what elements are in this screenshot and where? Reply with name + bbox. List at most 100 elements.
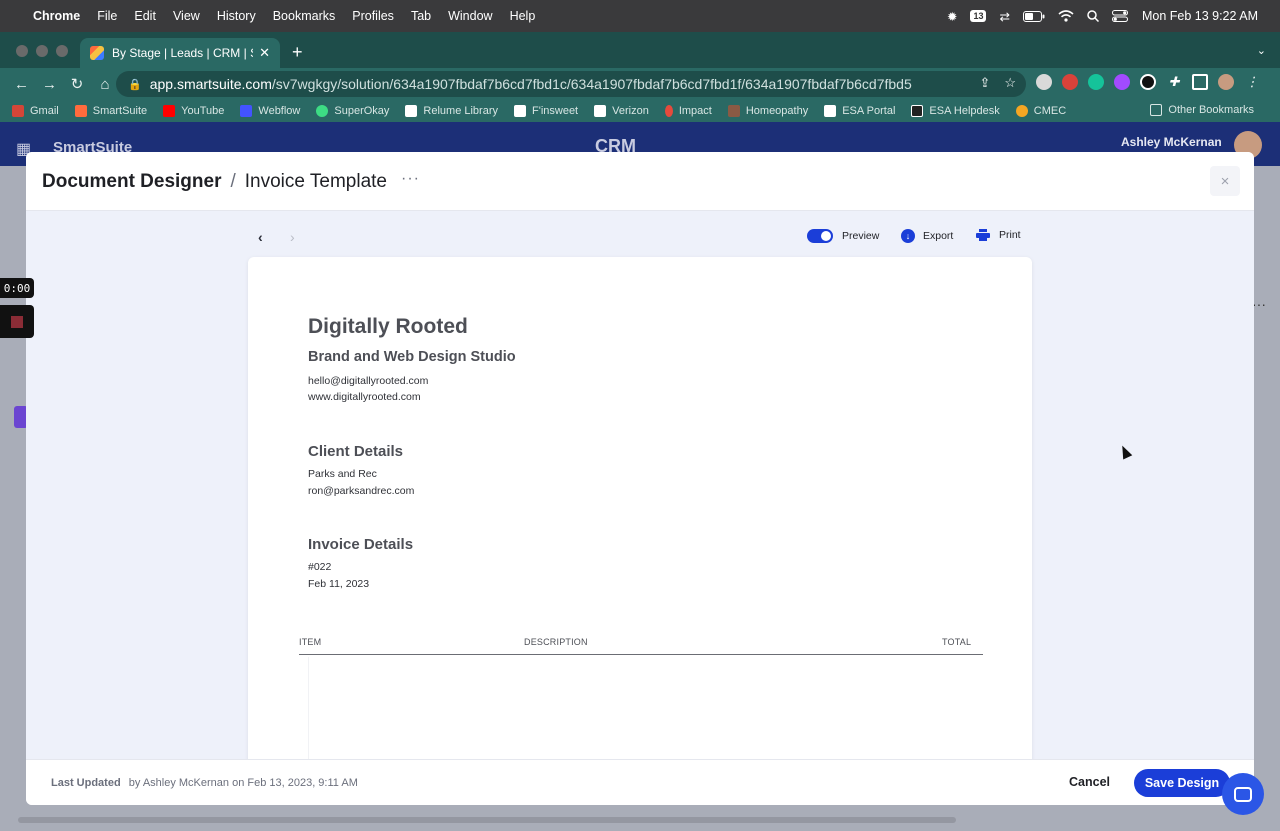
menu-file[interactable]: File [97,9,117,23]
menu-profiles[interactable]: Profiles [352,9,394,23]
menu-view[interactable]: View [173,9,200,23]
share-icon[interactable]: ⇪ [979,75,990,91]
invoice-document-preview: Digitally Rooted Brand and Web Design St… [248,257,1032,805]
menu-bookmarks[interactable]: Bookmarks [273,9,336,23]
bookmark-smartsuite[interactable]: SmartSuite [74,105,147,117]
bookmark-star-icon[interactable]: ☆ [1004,75,1016,91]
bookmark-finsweet[interactable]: F'insweet [514,105,578,117]
homeopathy-icon [727,105,740,117]
bookmark-impact[interactable]: Impact [664,105,712,117]
battery-icon[interactable] [1022,10,1045,22]
screen-mirror-icon[interactable]: ⇄ [999,9,1009,24]
bookmark-verizon[interactable]: Verizon [594,105,649,117]
menu-app-name[interactable]: Chrome [33,9,80,23]
bookmark-esa-portal[interactable]: ESA Portal [824,105,895,117]
preview-toggle-switch[interactable] [807,229,833,243]
export-button[interactable]: ↓ Export [901,229,953,243]
profile-avatar-icon[interactable] [1218,74,1234,90]
previous-record-chevron-icon[interactable]: ‹ [258,229,263,245]
next-record-chevron-icon[interactable]: › [290,229,295,245]
reload-icon[interactable]: ↻ [70,75,84,93]
finsweet-icon [514,105,526,117]
smartsuite-favicon-icon [90,46,104,60]
close-window-button[interactable] [16,45,28,57]
menu-help[interactable]: Help [510,9,536,23]
breadcrumb-separator: / [230,171,236,192]
control-center-icon[interactable] [1111,10,1128,22]
dark-reader-extension-icon[interactable] [1140,74,1156,90]
last-updated-label: Last Updated [51,777,121,789]
impact-icon [664,105,673,117]
lastpass-extension-icon[interactable] [1062,74,1078,90]
company-email: hello@digitallyrooted.com [308,375,429,387]
home-icon[interactable]: ⌂ [98,76,112,93]
color-picker-extension-icon[interactable] [1114,74,1130,90]
close-tab-icon[interactable]: ✕ [259,45,270,61]
breadcrumb-document-designer[interactable]: Document Designer [42,171,221,193]
tab-search-chevron-icon[interactable]: ⌄ [1257,44,1266,57]
toggle-knob [821,231,831,241]
menu-history[interactable]: History [217,9,256,23]
macos-menu-bar: Chrome File Edit View History Bookmarks … [0,0,1280,32]
chrome-menu-icon[interactable]: ⋮ [1244,74,1260,90]
bookmarks-bar: Gmail SmartSuite YouTube Webflow SuperOk… [0,100,1280,122]
designer-toolbar: ‹ › Preview ↓ Export Print [26,211,1254,257]
camera-extension-icon[interactable] [1036,74,1052,90]
bookmark-homeopathy[interactable]: Homeopathy [727,105,808,117]
browser-tab-active[interactable]: By Stage | Leads | CRM | Smart ✕ [80,38,280,68]
bookmark-youtube[interactable]: YouTube [163,105,224,117]
client-email: ron@parksandrec.com [308,485,415,497]
horizontal-scrollbar[interactable] [18,817,956,823]
company-website: www.digitallyrooted.com [308,391,421,403]
calendar-icon[interactable]: 13 [970,10,987,22]
preview-toggle[interactable]: Preview [807,229,879,243]
bookmark-superokay[interactable]: SuperOkay [316,105,389,117]
invoice-details-heading: Invoice Details [308,536,414,553]
back-arrow-icon[interactable]: ← [14,76,29,93]
menu-window[interactable]: Window [448,9,492,23]
modal-footer: Last Updated by Ashley McKernan on Feb 1… [26,759,1254,805]
user-menu-name[interactable]: Ashley McKernan [1121,135,1222,149]
menu-tab[interactable]: Tab [411,9,431,23]
wifi-icon[interactable] [1058,10,1074,22]
bookmark-cmec[interactable]: CMEC [1015,105,1066,117]
grammarly-extension-icon[interactable] [1088,74,1104,90]
lock-icon[interactable]: 🔒 [128,78,142,91]
esa-helpdesk-icon [911,105,924,117]
spotlight-search-icon[interactable] [1087,10,1099,22]
bookmark-webflow[interactable]: Webflow [240,105,300,117]
print-button[interactable]: Print [976,229,1021,241]
recording-stop-button[interactable] [0,305,34,338]
gmail-icon [12,105,24,117]
bookmark-esa-helpdesk[interactable]: ESA Helpdesk [911,105,1000,117]
print-label: Print [999,229,1021,241]
menu-edit[interactable]: Edit [134,9,156,23]
bookmark-other-bookmarks[interactable]: Other Bookmarks [1150,104,1254,116]
preview-label: Preview [842,230,880,242]
breadcrumb: Document Designer / Invoice Template ··· [42,170,420,193]
printer-icon [976,229,990,241]
puzzle-extensions-icon[interactable]: ✚ [1166,74,1182,90]
superokay-icon [316,105,329,117]
menu-bar-clock[interactable]: Mon Feb 13 9:22 AM [1142,9,1258,23]
window-controls [16,45,76,57]
intercom-chat-button[interactable] [1222,773,1264,815]
address-bar[interactable]: 🔒 app.smartsuite.com/sv7wgkgy/solution/6… [116,71,1026,97]
brightness-icon[interactable]: ✹ [947,9,957,24]
folder-icon [1150,104,1163,116]
company-name: Digitally Rooted [308,315,468,338]
zoom-window-button[interactable] [56,45,68,57]
bookmark-gmail[interactable]: Gmail [12,105,59,117]
side-panel-icon[interactable] [1192,74,1208,90]
esa-portal-icon [824,105,837,117]
save-design-button[interactable]: Save Design [1134,769,1230,797]
browser-tab-title: By Stage | Leads | CRM | Smart [112,46,253,60]
cancel-button[interactable]: Cancel [1069,775,1110,789]
more-options-icon[interactable]: ··· [401,170,420,188]
close-modal-button[interactable]: × [1210,166,1240,196]
bookmark-relume-library[interactable]: Relume Library [405,105,498,117]
minimize-window-button[interactable] [36,45,48,57]
forward-arrow-icon[interactable]: → [42,76,57,93]
new-tab-plus-icon[interactable]: + [292,42,303,63]
relume-icon [405,105,418,117]
